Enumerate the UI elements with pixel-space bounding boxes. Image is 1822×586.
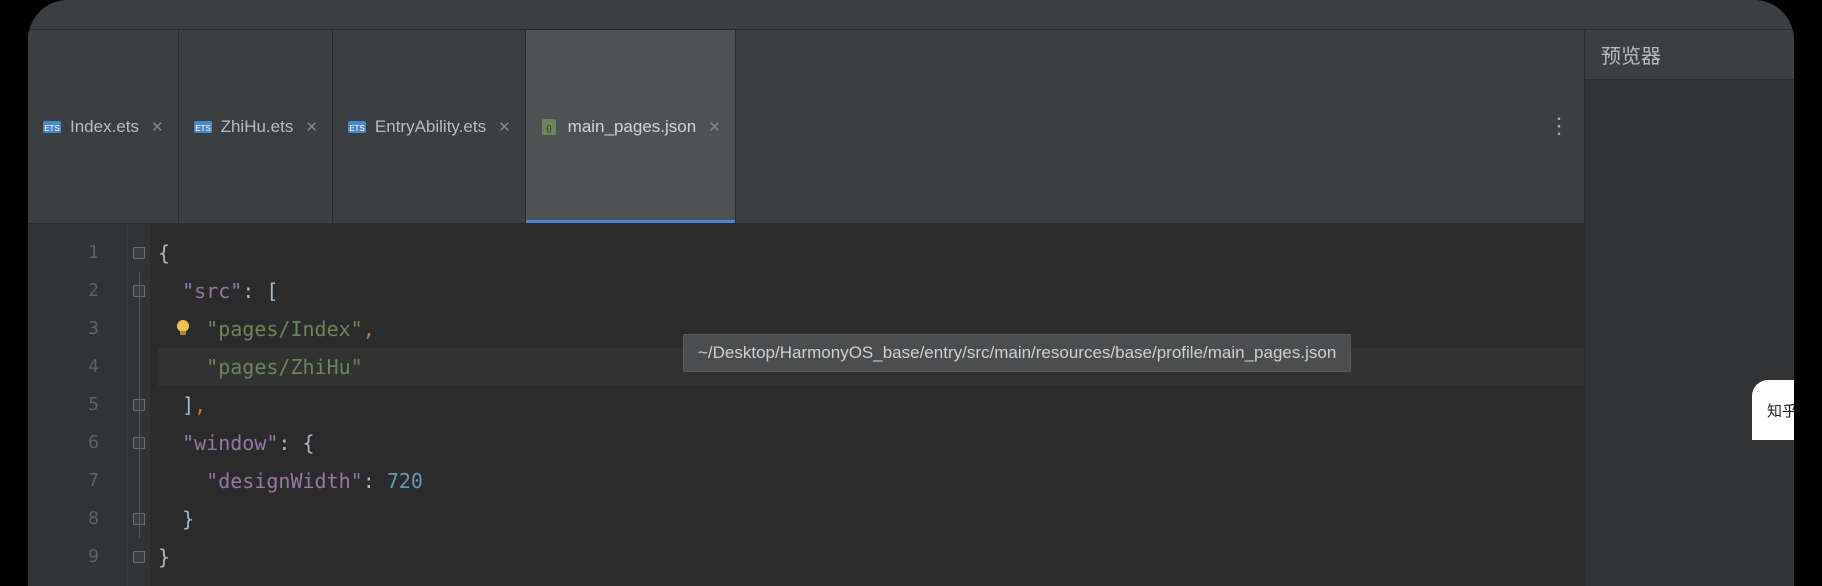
line-number: 1 [28,234,127,272]
preview-chip[interactable]: 知乎 [1752,380,1794,440]
close-icon[interactable]: ✕ [305,118,318,136]
ide-body: ETS Index.ets ✕ ETS ZhiHu.ets ✕ ETS Entr… [28,30,1794,586]
code-line: "src": [ [158,272,1584,310]
tab-entryability-ets[interactable]: ETS EntryAbility.ets ✕ [333,30,526,223]
fold-toggle[interactable] [133,247,145,259]
code-line: "designWidth": 720 [158,462,1584,500]
code-line: } [158,500,1584,538]
tab-overflow-menu[interactable]: ⋮ [1534,30,1584,223]
file-path-tooltip: ~/Desktop/HarmonyOS_base/entry/src/main/… [683,334,1351,372]
tab-index-ets[interactable]: ETS Index.ets ✕ [28,30,179,223]
line-number: 2 [28,272,127,310]
svg-text:ETS: ETS [195,124,211,133]
tab-label: ZhiHu.ets [221,117,294,137]
code-line: { [158,234,1584,272]
ets-file-icon: ETS [42,117,62,137]
line-gutter: 1 2 3 4 5 6 7 8 9 [28,224,128,586]
fold-column [128,224,150,586]
ets-file-icon: ETS [347,117,367,137]
svg-text:ETS: ETS [349,124,365,133]
tab-label: main_pages.json [568,117,697,137]
code-line: "window": { [158,424,1584,462]
ets-file-icon: ETS [193,117,213,137]
close-icon[interactable]: ✕ [151,118,164,136]
line-number: 5 [28,386,127,424]
code-line: } [158,538,1584,576]
main-area: ETS Index.ets ✕ ETS ZhiHu.ets ✕ ETS Entr… [28,30,1584,586]
line-number: 4 [28,348,127,386]
tabs-row: ETS Index.ets ✕ ETS ZhiHu.ets ✕ ETS Entr… [28,30,1584,224]
line-number: 8 [28,500,127,538]
code-area[interactable]: { "src": [ "pages/Index", "pages/ZhiHu" … [150,224,1584,586]
svg-text:ETS: ETS [44,124,60,133]
tab-zhihu-ets[interactable]: ETS ZhiHu.ets ✕ [179,30,333,223]
ide-frame: ETS Index.ets ✕ ETS ZhiHu.ets ✕ ETS Entr… [28,0,1794,586]
previewer-title[interactable]: 预览器 [1585,30,1794,80]
close-icon[interactable]: ✕ [708,118,721,136]
tab-main-pages-json[interactable]: {} main_pages.json ✕ [526,30,736,223]
close-icon[interactable]: ✕ [498,118,511,136]
line-number: 6 [28,424,127,462]
line-number: 3 [28,310,127,348]
line-number: 9 [28,538,127,576]
tab-label: Index.ets [70,117,139,137]
lightbulb-icon[interactable] [174,319,192,337]
line-number: 7 [28,462,127,500]
fold-toggle[interactable] [133,551,145,563]
previewer-panel: 预览器 知乎 [1584,30,1794,586]
tab-label: EntryAbility.ets [375,117,486,137]
svg-text:{}: {} [546,124,552,133]
json-file-icon: {} [540,117,560,137]
previewer-body: 知乎 [1585,80,1794,586]
editor[interactable]: 1 2 3 4 5 6 7 8 9 [28,224,1584,586]
top-bar [28,0,1794,30]
code-line: ], [158,386,1584,424]
